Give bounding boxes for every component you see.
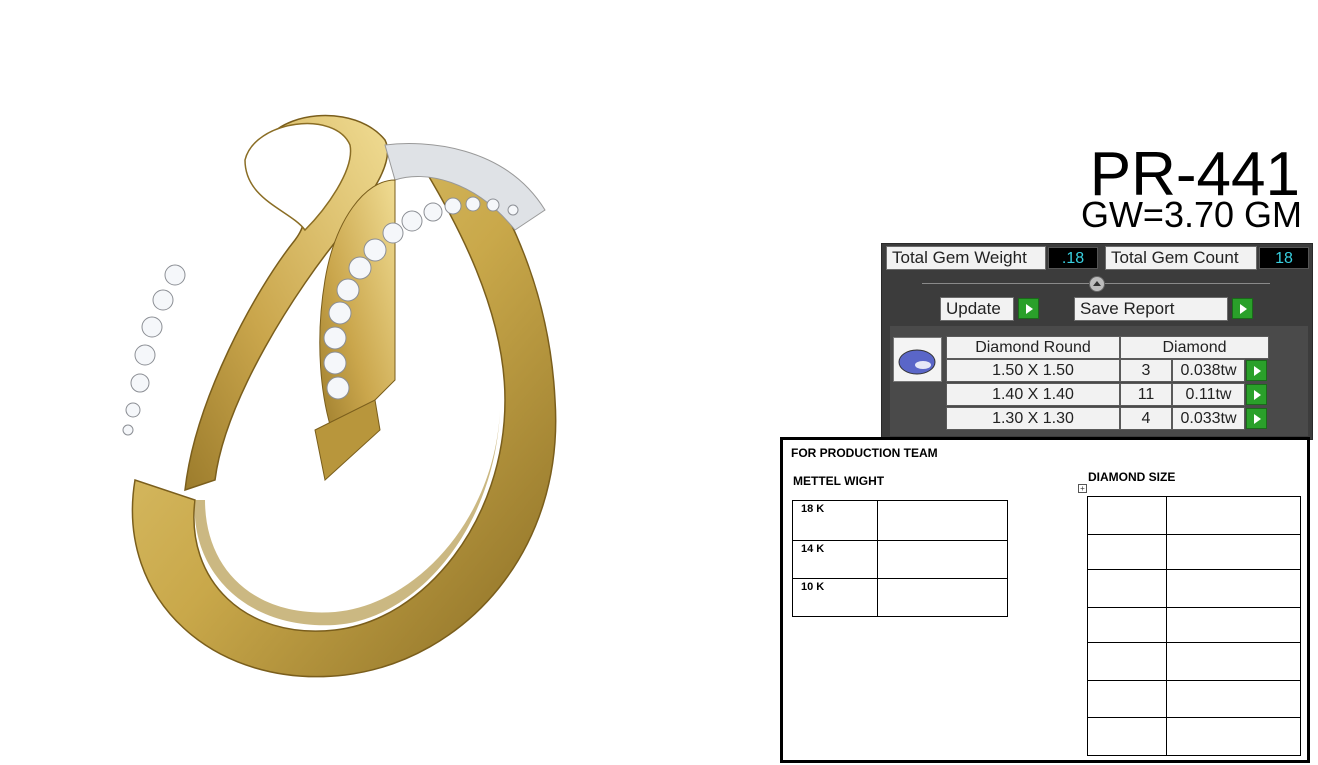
diamond-value-cell[interactable] — [1166, 496, 1301, 535]
metal-weight-input[interactable] — [877, 500, 1008, 541]
gem-row-size: 1.50 X 1.50 — [946, 359, 1120, 382]
diamond-value-cell[interactable] — [1166, 569, 1301, 608]
diamond-size-cell[interactable] — [1087, 534, 1167, 570]
metal-weight-input[interactable] — [877, 578, 1008, 617]
gem-panel: Total Gem Weight .18 Total Gem Count 18 … — [881, 243, 1313, 440]
metal-weight-table: 18 K 14 K 10 K — [792, 500, 1008, 617]
diamond-value-cell[interactable] — [1166, 680, 1301, 718]
diamond-size-table — [1087, 496, 1301, 756]
diamond-size-cell[interactable] — [1087, 717, 1167, 756]
diamond-size-cell[interactable] — [1087, 642, 1167, 681]
diamond-size-cell[interactable] — [1087, 569, 1167, 608]
ring-product-image — [122, 114, 557, 678]
metal-karat-cell: 18 K — [792, 500, 878, 541]
diamond-value-cell[interactable] — [1166, 642, 1301, 681]
metal-karat-cell: 14 K — [792, 540, 878, 579]
diamond-shape-icon[interactable] — [893, 337, 942, 382]
diamond-size-cell[interactable] — [1087, 496, 1167, 535]
metal-weight-heading: METTEL WIGHT — [793, 474, 885, 488]
gross-weight: GW=3.70 GM — [1080, 194, 1302, 235]
gem-row-size: 1.40 X 1.40 — [946, 383, 1120, 406]
gem-row-weight: 0.033tw — [1172, 407, 1245, 430]
gem-row-expand-button[interactable] — [1246, 408, 1267, 429]
gem-row-size: 1.30 X 1.30 — [946, 407, 1120, 430]
gem-row-count: 4 — [1120, 407, 1172, 430]
total-gem-weight-label: Total Gem Weight — [886, 246, 1046, 270]
metal-karat-cell: 10 K — [792, 578, 878, 617]
diamond-value-cell[interactable] — [1166, 534, 1301, 570]
save-report-button[interactable] — [1232, 298, 1253, 319]
total-gem-count-label: Total Gem Count — [1105, 246, 1257, 270]
production-sheet: FOR PRODUCTION TEAM METTEL WIGHT DIAMOND… — [780, 437, 1310, 763]
diamond-size-cell[interactable] — [1087, 607, 1167, 643]
slider-toggle-icon[interactable] — [1089, 276, 1105, 292]
save-report-label: Save Report — [1074, 297, 1228, 321]
gem-table-header-shape: Diamond Round — [946, 336, 1120, 359]
table-move-handle-icon[interactable]: + — [1078, 484, 1087, 493]
sheet-title: FOR PRODUCTION TEAM — [791, 446, 938, 460]
gem-row-expand-button[interactable] — [1246, 384, 1267, 405]
diamond-size-cell[interactable] — [1087, 680, 1167, 718]
update-label: Update — [940, 297, 1014, 321]
round-diamond-icon — [898, 349, 936, 375]
gem-row-expand-button[interactable] — [1246, 360, 1267, 381]
gem-row-count: 3 — [1120, 359, 1172, 382]
gem-row-weight: 0.11tw — [1172, 383, 1245, 406]
gem-table-header-type: Diamond — [1120, 336, 1269, 359]
gem-row-count: 11 — [1120, 383, 1172, 406]
total-gem-weight-value: .18 — [1048, 247, 1098, 269]
gem-row-weight: 0.038tw — [1172, 359, 1245, 382]
diamond-size-heading: DIAMOND SIZE — [1088, 470, 1176, 484]
update-button[interactable] — [1018, 298, 1039, 319]
total-gem-count-value: 18 — [1259, 247, 1309, 269]
metal-weight-input[interactable] — [877, 540, 1008, 579]
diamond-value-cell[interactable] — [1166, 717, 1301, 756]
diamond-value-cell[interactable] — [1166, 607, 1301, 643]
